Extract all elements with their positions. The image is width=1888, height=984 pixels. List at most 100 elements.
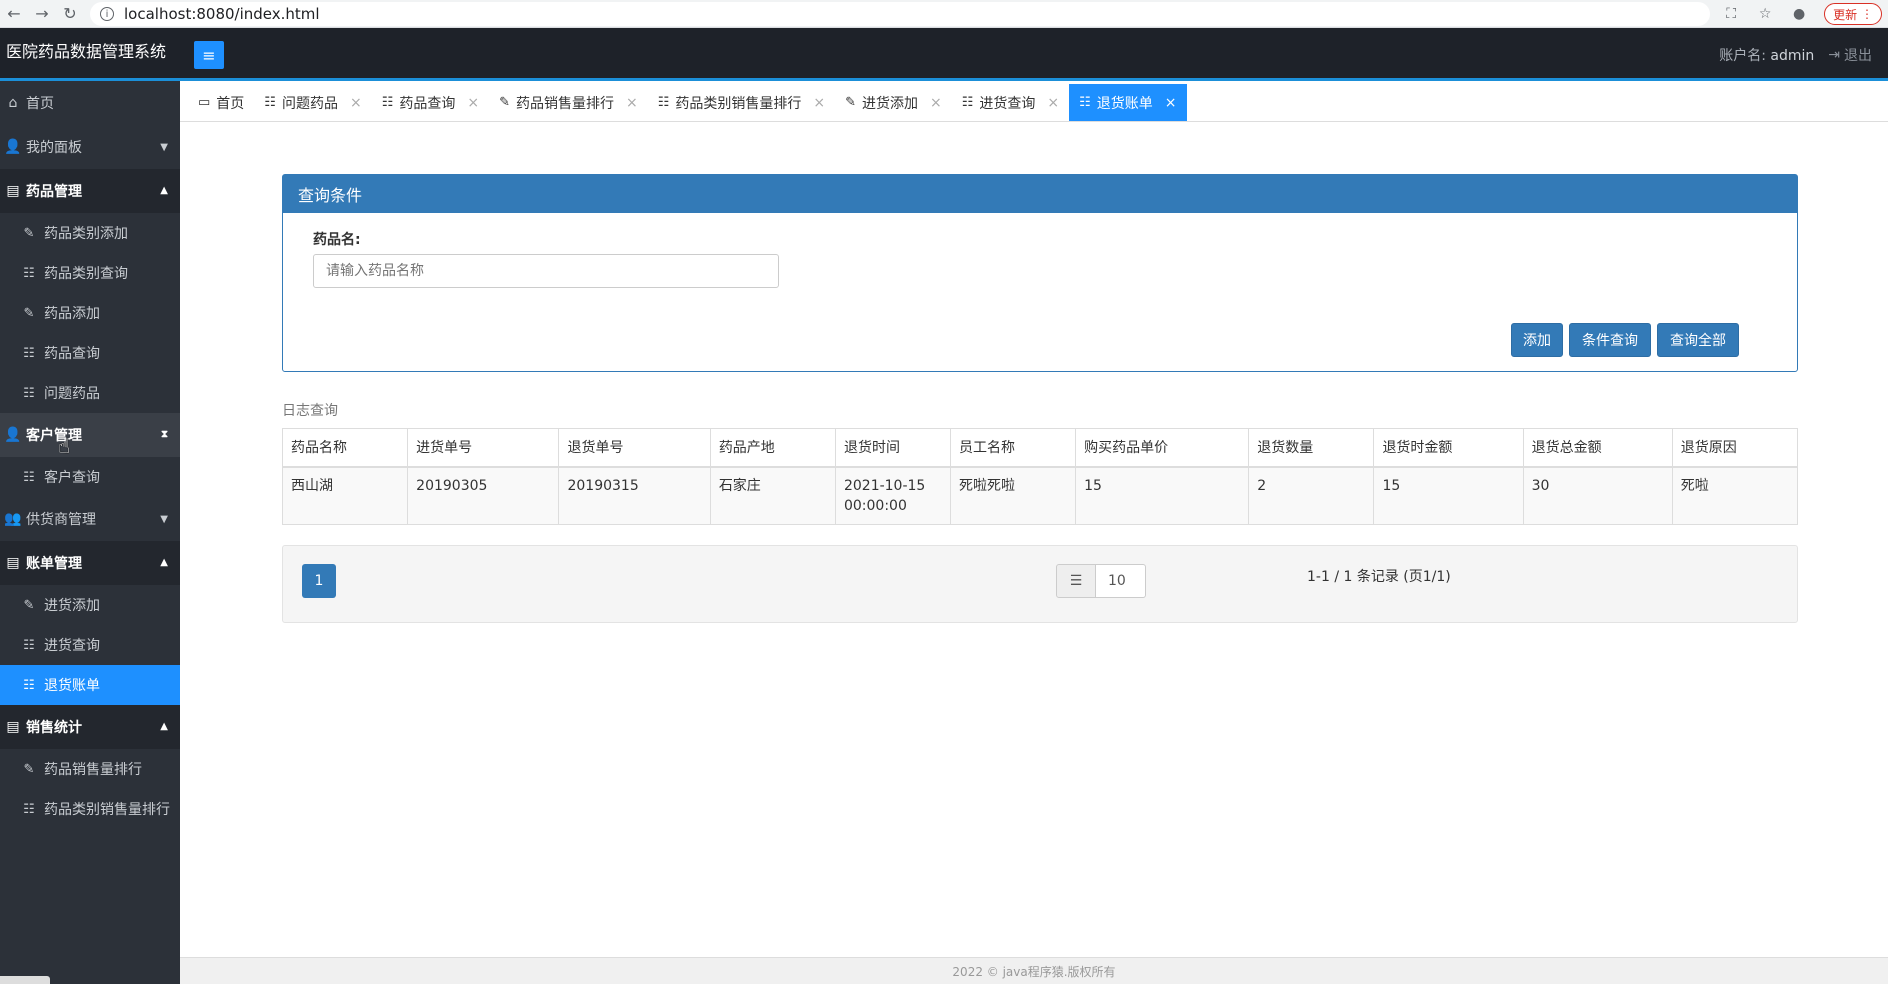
sidebar-item-home[interactable]: ⌂ 首页: [0, 81, 180, 125]
cell-origin: 石家庄: [709, 466, 836, 525]
header-user-area: 账户名: admin ⇥ 退出: [1719, 45, 1872, 65]
tab-label: 药品查询: [399, 95, 456, 112]
star-icon[interactable]: ☆: [1756, 5, 1774, 23]
url-text: localhost:8080/index.html: [124, 5, 320, 23]
caret-down-icon: ▼: [160, 514, 168, 525]
list-search-icon: ☷: [264, 95, 276, 110]
cell-unit-price: 15: [1075, 466, 1250, 525]
sidebar-item-label: 退货账单: [44, 678, 100, 694]
update-button[interactable]: 更新 ⋮: [1824, 3, 1882, 25]
scroll-handle[interactable]: [0, 976, 50, 984]
sidebar-item-drug-category-add[interactable]: ✎ 药品类别添加: [0, 213, 180, 253]
tab-label: 退货账单: [1096, 95, 1153, 112]
sidebar-item-customer-query[interactable]: ☷ 客户查询: [0, 457, 180, 497]
sidebar-item-problem-drug[interactable]: ☷ 问题药品: [0, 373, 180, 413]
list-search-icon: ☷: [381, 95, 394, 110]
sidebar-group-sales[interactable]: ▤ 销售统计 ▲: [0, 705, 180, 749]
tab-category-sales-rank[interactable]: ☷ 药品类别销售量排行 ×: [648, 84, 835, 121]
sidebar-item-drug-category-query[interactable]: ☷ 药品类别查询: [0, 253, 180, 293]
cell-drug-name: 西山湖: [281, 466, 409, 525]
return-bill-table: 药品名称 进货单号 退货单号 药品产地 退货时间 员工名称 购买药品单价 退货数…: [281, 428, 1799, 525]
tab-purchase-add[interactable]: ✎ 进货添加 ×: [835, 84, 952, 121]
sidebar-item-my-panel[interactable]: 👤 我的面板 ▼: [0, 125, 180, 169]
log-section-title: 日志查询: [282, 403, 338, 419]
tab-return-bill[interactable]: ☷ 退货账单 ×: [1069, 84, 1187, 121]
address-bar[interactable]: i localhost:8080/index.html: [90, 2, 1710, 26]
add-button[interactable]: 添加: [1511, 323, 1563, 357]
col-purchase-no: 进货单号: [407, 428, 560, 468]
monitor-icon: ▭: [198, 95, 211, 110]
sidebar-item-label: 药品类别销售量排行: [44, 802, 170, 818]
col-return-qty: 退货数量: [1248, 428, 1375, 468]
sidebar-item-drug-query[interactable]: ☷ 药品查询: [0, 333, 180, 373]
list-search-icon: ☷: [961, 95, 974, 110]
browser-actions: ⛶ ☆ ● 更新 ⋮: [1722, 0, 1888, 28]
sidebar-item-label: 药品查询: [44, 346, 100, 362]
close-icon[interactable]: ×: [626, 95, 638, 111]
table-row[interactable]: 西山湖 20190305 20190315 石家庄 2021-10-15 00:…: [281, 466, 1799, 525]
close-icon[interactable]: ×: [813, 95, 825, 111]
list-search-icon: ☷: [23, 345, 35, 361]
users-icon: 👥: [4, 511, 22, 527]
tab-problem-drug[interactable]: ☷ 问题药品 ×: [254, 84, 371, 121]
list-search-icon: ☷: [657, 95, 670, 110]
sidebar-item-return-bill[interactable]: ☷ 退货账单: [0, 665, 180, 705]
document-icon: ▤: [6, 719, 20, 735]
sidebar-item-category-sales-rank[interactable]: ☷ 药品类别销售量排行: [0, 789, 180, 829]
reload-icon[interactable]: ↻: [56, 0, 84, 28]
sidebar-item-drug-sales-rank[interactable]: ✎ 药品销售量排行: [0, 749, 180, 789]
list-search-icon: ☷: [23, 637, 35, 653]
cell-reason: 死啦: [1671, 466, 1799, 525]
cell-return-time: 2021-10-15 00:00:00: [834, 466, 951, 525]
edit-icon: ✎: [499, 95, 510, 110]
back-icon[interactable]: ←: [0, 0, 28, 28]
sidebar-item-label: 药品类别添加: [44, 226, 128, 242]
page-button-current[interactable]: 1: [302, 564, 336, 598]
tab-home[interactable]: ▭ 首页: [188, 84, 254, 121]
sidebar-group-customer[interactable]: 👤 客户管理 ⧗: [0, 413, 180, 457]
caret-up-icon: ▲: [160, 721, 168, 732]
table-header-row: 药品名称 进货单号 退货单号 药品产地 退货时间 员工名称 购买药品单价 退货数…: [281, 428, 1799, 468]
sidebar-item-label: 首页: [26, 96, 54, 112]
menu-toggle-button[interactable]: ≡: [194, 41, 224, 69]
sidebar-group-bill[interactable]: ▤ 账单管理 ▲: [0, 541, 180, 585]
close-icon[interactable]: ×: [467, 95, 479, 111]
translate-icon[interactable]: ⛶: [1722, 5, 1740, 23]
list-search-icon: ☷: [23, 469, 35, 485]
tab-bar: ▭ 首页 ☷ 问题药品 × ☷ 药品查询 × ✎ 药品销售量排行 × ☷ 药品类别销售量排行 × …: [180, 84, 1888, 122]
tab-drug-sales-rank[interactable]: ✎ 药品销售量排行 ×: [489, 84, 648, 121]
forward-icon[interactable]: →: [28, 0, 56, 28]
drug-name-input[interactable]: [313, 254, 779, 288]
col-origin: 药品产地: [709, 428, 836, 468]
list-icon: ☰: [1056, 564, 1096, 598]
list-search-icon: ☷: [1079, 95, 1091, 110]
hand-cursor-icon: ☝: [58, 434, 71, 458]
query-all-button[interactable]: 查询全部: [1657, 323, 1739, 357]
panel-title: 查询条件: [283, 175, 1797, 213]
close-icon[interactable]: ×: [1047, 95, 1059, 111]
list-search-icon: ☷: [23, 265, 35, 281]
tab-purchase-query[interactable]: ☷ 进货查询 ×: [952, 84, 1069, 121]
app-title: 医院药品数据管理系统: [6, 42, 167, 61]
sidebar-item-label: 问题药品: [44, 386, 100, 402]
col-return-amount: 退货时金额: [1373, 428, 1524, 468]
condition-query-button[interactable]: 条件查询: [1569, 323, 1651, 357]
close-icon[interactable]: ×: [1165, 95, 1177, 111]
sidebar-item-purchase-query[interactable]: ☷ 进货查询: [0, 625, 180, 665]
sidebar-item-drug-add[interactable]: ✎ 药品添加: [0, 293, 180, 333]
list-search-icon: ☷: [23, 801, 35, 817]
close-icon[interactable]: ×: [350, 95, 362, 111]
sidebar-item-label: 进货添加: [44, 598, 100, 614]
sidebar-group-supplier[interactable]: 👥 供货商管理 ▼: [0, 497, 180, 541]
sidebar: ⌂ 首页 👤 我的面板 ▼ ▤ 药品管理 ▲ ✎ 药品类别添加 ☷ 药品类别查询 ✎…: [0, 81, 180, 984]
info-icon[interactable]: i: [100, 7, 114, 21]
list-search-icon: ☷: [23, 677, 35, 693]
sidebar-group-label: 账单管理: [26, 556, 82, 572]
logout-button[interactable]: ⇥ 退出: [1828, 45, 1872, 65]
sidebar-group-drug[interactable]: ▤ 药品管理 ▲: [0, 169, 180, 213]
profile-icon[interactable]: ●: [1790, 5, 1808, 23]
page-size-input[interactable]: 10: [1096, 564, 1146, 598]
sidebar-item-purchase-add[interactable]: ✎ 进货添加: [0, 585, 180, 625]
close-icon[interactable]: ×: [930, 95, 942, 111]
tab-drug-query[interactable]: ☷ 药品查询 ×: [372, 84, 489, 121]
